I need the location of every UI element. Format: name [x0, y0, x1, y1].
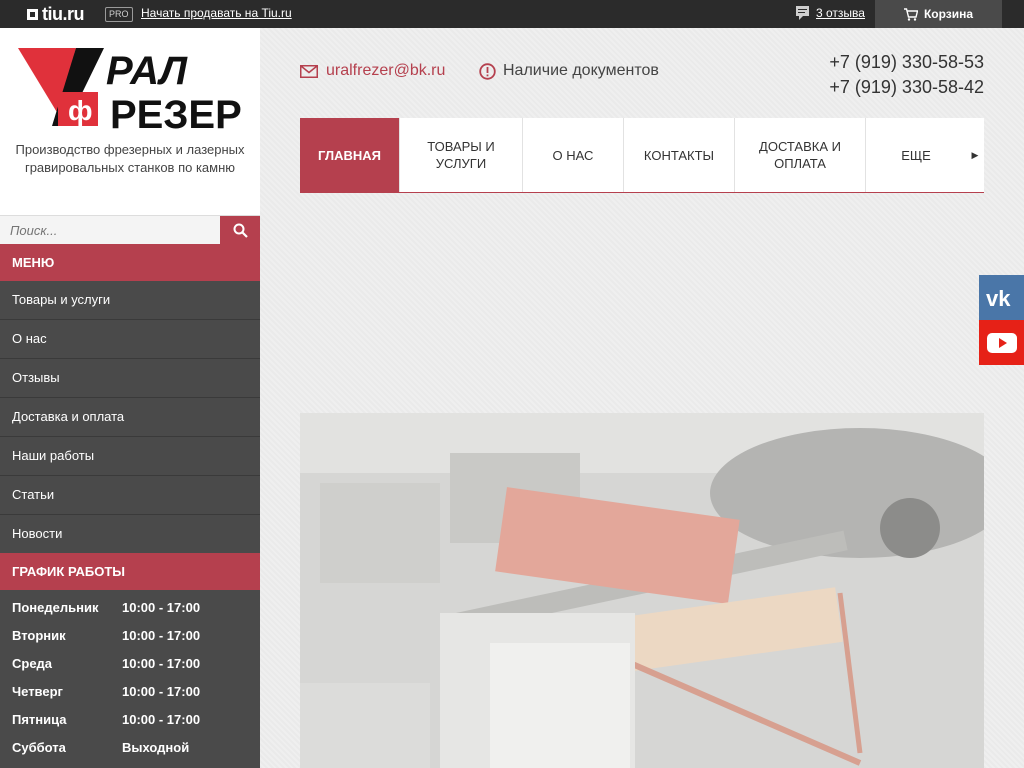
svg-text:РЕЗЕР: РЕЗЕР: [110, 93, 242, 132]
phone-numbers: +7 (919) 330-58-53 +7 (919) 330-58-42: [829, 50, 984, 100]
search-bar: [0, 215, 260, 245]
svg-text:vk: vk: [986, 288, 1011, 308]
chevron-right-icon[interactable]: ▶: [966, 118, 984, 192]
schedule-row: Среда 10:00 - 17:00: [0, 650, 260, 678]
schedule-row: Суббота Выходной: [0, 734, 260, 762]
schedule-row: Понедельник 10:00 - 17:00: [0, 594, 260, 622]
vk-button[interactable]: vk: [979, 275, 1024, 320]
schedule-hours: 10:00 - 17:00: [122, 684, 201, 699]
search-input[interactable]: [0, 216, 220, 245]
cart-button[interactable]: Корзина: [875, 0, 1002, 28]
schedule-row: Вторник 10:00 - 17:00: [0, 622, 260, 650]
search-button[interactable]: [220, 216, 260, 245]
phone-1[interactable]: +7 (919) 330-58-53: [829, 50, 984, 75]
schedule-day: Суббота: [12, 740, 66, 755]
documents-label: Наличие документов: [503, 62, 659, 79]
sidebar-item-about[interactable]: О нас: [0, 320, 260, 359]
sidebar: ф РАЛ РЕЗЕР Производство фрезерных и лаз…: [0, 28, 260, 768]
cart-icon: [903, 7, 918, 21]
workshop-machine-image: [300, 413, 984, 768]
schedule-hours: 10:00 - 17:00: [122, 656, 201, 671]
tab-home[interactable]: ГЛАВНАЯ: [300, 118, 400, 192]
sidebar-item-delivery[interactable]: Доставка и оплата: [0, 398, 260, 437]
reviews-link[interactable]: 3 отзыва: [796, 6, 865, 20]
sidebar-item-news[interactable]: Новости: [0, 515, 260, 554]
email-address: uralfrezer@bk.ru: [326, 62, 446, 79]
tiu-logo[interactable]: tiu.ru: [27, 3, 85, 24]
schedule-day: Четверг: [12, 684, 63, 699]
alert-icon: [479, 62, 496, 80]
youtube-icon: [986, 332, 1017, 353]
top-bar: tiu.ru PRO Начать продавать на Tiu.ru 3 …: [0, 0, 1024, 28]
logo-area: ф РАЛ РЕЗЕР Производство фрезерных и лаз…: [0, 28, 260, 215]
tab-more[interactable]: ЕЩЕ: [866, 118, 966, 192]
comment-icon: [796, 6, 809, 20]
svg-text:РАЛ: РАЛ: [106, 49, 189, 93]
schedule-hours: 10:00 - 17:00: [122, 712, 201, 727]
schedule-hours: Выходной: [122, 740, 190, 755]
envelope-icon: [300, 64, 318, 78]
schedule-day: Среда: [12, 656, 53, 671]
schedule-row: Пятница 10:00 - 17:00: [0, 706, 260, 734]
main-content: uralfrezer@bk.ru Наличие документов +7 (…: [260, 28, 1024, 768]
schedule-day: Пятница: [12, 712, 67, 727]
company-tagline: Производство фрезерных и лазерных гравир…: [15, 142, 245, 175]
schedule-hours: 10:00 - 17:00: [122, 628, 201, 643]
start-selling-link[interactable]: Начать продавать на Tiu.ru: [141, 6, 292, 20]
work-schedule: Понедельник 10:00 - 17:00 Вторник 10:00 - …: [0, 594, 260, 762]
hero-photo: [300, 413, 984, 768]
schedule-day: Понедельник: [12, 600, 99, 615]
search-icon: [233, 223, 248, 238]
tab-delivery[interactable]: ДОСТАВКА И ОПЛАТА: [735, 118, 866, 192]
company-logo[interactable]: ф РАЛ РЕЗЕР: [18, 44, 246, 132]
reviews-count: 3 отзыва: [816, 6, 865, 20]
tiu-logo-text: tiu.ru: [42, 3, 85, 24]
youtube-button[interactable]: [979, 320, 1024, 365]
tab-about[interactable]: О НАС: [523, 118, 624, 192]
pro-badge: PRO: [105, 7, 133, 22]
email-link[interactable]: uralfrezer@bk.ru: [300, 62, 445, 80]
cart-label: Корзина: [923, 7, 974, 21]
schedule-row: Четверг 10:00 - 17:00: [0, 678, 260, 706]
tab-products[interactable]: ТОВАРЫ И УСЛУГИ: [400, 118, 523, 192]
sidebar-item-products[interactable]: Товары и услуги: [0, 281, 260, 320]
sidebar-item-reviews[interactable]: Отзывы: [0, 359, 260, 398]
tiu-logo-icon: [27, 8, 38, 20]
main-nav: ГЛАВНАЯ ТОВАРЫ И УСЛУГИ О НАС КОНТАКТЫ Д…: [300, 118, 984, 193]
schedule-hours: 10:00 - 17:00: [122, 600, 201, 615]
svg-text:ф: ф: [68, 95, 93, 126]
vk-icon: vk: [986, 288, 1011, 308]
phone-2[interactable]: +7 (919) 330-58-42: [829, 75, 984, 100]
menu-heading: МЕНЮ: [0, 244, 260, 281]
documents-link[interactable]: Наличие документов: [479, 62, 659, 80]
schedule-heading: ГРАФИК РАБОТЫ: [0, 553, 260, 590]
sidebar-item-articles[interactable]: Статьи: [0, 476, 260, 515]
sidebar-menu: Товары и услуги О нас Отзывы Доставка и …: [0, 281, 260, 554]
sidebar-item-works[interactable]: Наши работы: [0, 437, 260, 476]
schedule-day: Вторник: [12, 628, 66, 643]
tab-contacts[interactable]: КОНТАКТЫ: [624, 118, 735, 192]
